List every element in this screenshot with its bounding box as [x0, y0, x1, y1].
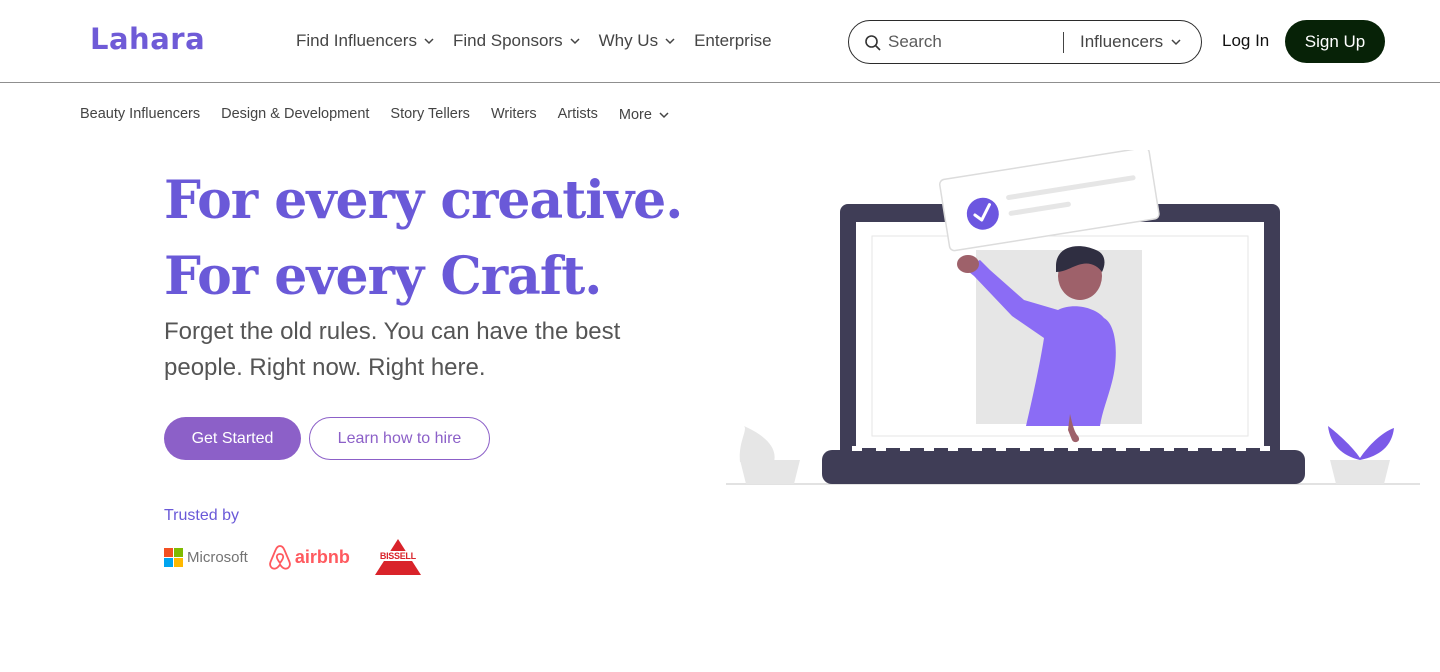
category-artists[interactable]: Artists [558, 106, 598, 122]
nav-label: Find Sponsors [452, 31, 563, 50]
left-plant-icon [739, 426, 800, 484]
microsoft-logo: Microsoft [164, 547, 248, 567]
search-type-dropdown[interactable]: Influencers [1080, 32, 1181, 52]
brand-name: Microsoft [187, 548, 248, 566]
top-header: Lahara Find Influencers Find Sponsors Wh… [0, 0, 1440, 83]
category-writers[interactable]: Writers [491, 106, 537, 122]
chevron-down-icon [1171, 39, 1181, 46]
brand-name: airbnb [294, 546, 350, 567]
hero-subtitle: Forget the old rules. You can have the b… [164, 318, 621, 381]
trusted-by-label: Trusted by [164, 507, 239, 524]
search-divider [1063, 32, 1064, 53]
right-plant-icon [1328, 426, 1394, 484]
signup-button[interactable]: Sign Up [1285, 20, 1385, 63]
chevron-down-icon [570, 38, 580, 45]
nav-find-sponsors[interactable]: Find Sponsors [453, 31, 580, 51]
get-started-button[interactable]: Get Started [164, 417, 301, 460]
login-link[interactable]: Log In [1222, 31, 1269, 51]
airbnb-belo-icon [269, 545, 291, 570]
more-label: More [618, 107, 652, 123]
category-story-tellers[interactable]: Story Tellers [390, 106, 470, 122]
search-bar: Influencers [848, 20, 1202, 64]
bissell-logo: BISSELL [369, 538, 426, 576]
nav-why-us[interactable]: Why Us [599, 31, 676, 51]
nav-label: Why Us [598, 31, 659, 50]
brand-name: BISSELL [369, 551, 426, 561]
search-input[interactable] [888, 31, 1058, 53]
chevron-down-icon [665, 38, 675, 45]
hero-title: For every creative. For every Craft. [164, 163, 683, 315]
category-design-development[interactable]: Design & Development [221, 106, 369, 122]
learn-how-to-hire-button[interactable]: Learn how to hire [309, 417, 490, 460]
microsoft-windows-icon [164, 547, 183, 567]
nav-enterprise[interactable]: Enterprise [694, 31, 771, 51]
chevron-down-icon [659, 112, 669, 119]
main-nav: Find Influencers Find Sponsors Why Us En… [296, 31, 791, 51]
search-type-label: Influencers [1080, 32, 1164, 51]
nav-label: Find Influencers [296, 31, 417, 50]
airbnb-logo: airbnb [268, 543, 350, 571]
nav-label: Enterprise [694, 31, 772, 50]
trusted-brands: Microsoft airbnb BISSELL [164, 538, 446, 576]
hero-title-line-1: For every creative. [164, 170, 683, 231]
hero-title-line-2: For every Craft. [164, 246, 602, 307]
category-bar: Beauty Influencers Design & Development … [80, 105, 669, 123]
chevron-down-icon [424, 38, 434, 45]
hero-illustration [726, 150, 1420, 485]
site-logo[interactable]: Lahara [90, 22, 205, 56]
category-beauty-influencers[interactable]: Beauty Influencers [80, 106, 200, 122]
nav-find-influencers[interactable]: Find Influencers [296, 31, 434, 51]
category-more-dropdown[interactable]: More [619, 107, 669, 123]
search-icon [865, 35, 881, 51]
